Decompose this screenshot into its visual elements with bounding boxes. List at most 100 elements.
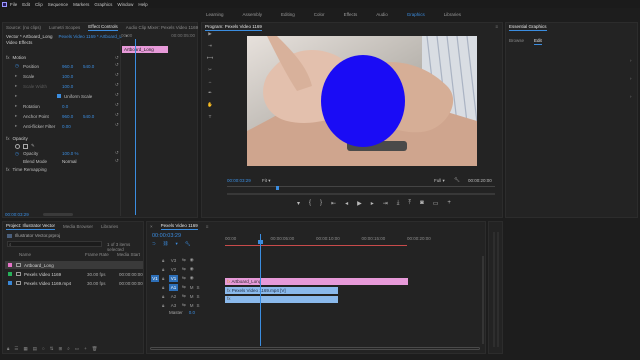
zoom-slider-icon[interactable]: ○ bbox=[42, 346, 45, 352]
property-value[interactable]: 100.0 bbox=[62, 84, 80, 89]
track-target[interactable]: A3 bbox=[169, 302, 178, 309]
settings-icon[interactable]: 🔧︎ bbox=[454, 177, 460, 183]
stopwatch-icon[interactable]: ▸ bbox=[15, 103, 20, 109]
clip-artboard-long[interactable]: fx Artboard_Long bbox=[225, 278, 408, 285]
list-item[interactable]: Pexels Video 1169 30.00 fps 00:00:00:00 bbox=[5, 270, 143, 278]
program-current-time[interactable]: 00:00:03:29 bbox=[227, 178, 251, 183]
menu-edit[interactable]: Edit bbox=[22, 2, 30, 7]
rect-mask-icon[interactable] bbox=[23, 143, 28, 149]
workspace-effects[interactable]: Effects bbox=[344, 12, 358, 17]
clip-audio[interactable]: fx bbox=[225, 296, 338, 303]
column-name[interactable]: Name bbox=[7, 252, 85, 257]
go-to-in-icon[interactable]: ⇤ bbox=[331, 200, 336, 207]
fx-icon[interactable]: fx bbox=[6, 55, 10, 60]
track-target[interactable]: V2 bbox=[169, 266, 178, 273]
clip-selector[interactable]: Vector * Artboard_Long bbox=[6, 34, 53, 39]
freeform-view-icon[interactable]: ▤ bbox=[33, 346, 37, 352]
solo-icon[interactable]: S bbox=[197, 303, 200, 308]
tab-project-illustrator-vector[interactable]: Project: Illustrator Vector bbox=[6, 223, 55, 230]
clip-video[interactable]: fx Pexels Video 1169.mp4 [V] bbox=[225, 287, 338, 294]
track-target[interactable]: A1 bbox=[169, 283, 178, 291]
work-area-bar[interactable] bbox=[225, 245, 407, 246]
scrubber-playhead[interactable] bbox=[276, 186, 279, 190]
property-value[interactable]: 960.0 bbox=[62, 64, 80, 69]
video-frame[interactable] bbox=[247, 36, 477, 166]
workspace-color[interactable]: Color bbox=[314, 12, 325, 17]
source-patch[interactable] bbox=[151, 257, 159, 264]
reset-icon[interactable]: ↺ bbox=[115, 55, 119, 61]
scrubber-range-bar[interactable] bbox=[227, 193, 495, 195]
reset-icon[interactable]: ↺ bbox=[115, 112, 119, 118]
solo-icon[interactable]: S bbox=[197, 294, 200, 299]
menu-icon[interactable]: ≡ bbox=[206, 224, 209, 229]
sync-lock-icon[interactable]: ⇆ bbox=[182, 284, 186, 290]
close-icon[interactable]: × bbox=[150, 224, 153, 229]
out-point-icon[interactable]: } bbox=[320, 200, 322, 207]
linked-selection-icon[interactable]: ⛓ bbox=[163, 241, 169, 247]
reset-icon[interactable]: ↺ bbox=[115, 82, 119, 88]
mute-icon[interactable]: M bbox=[190, 294, 194, 299]
property-value[interactable]: 0.00 bbox=[62, 124, 80, 129]
marker-icon[interactable]: ▾ bbox=[297, 200, 300, 207]
step-back-icon[interactable]: ◂ bbox=[345, 200, 348, 207]
list-item[interactable]: Artboard_Long bbox=[5, 261, 143, 269]
workspace-learning[interactable]: Learning bbox=[206, 12, 224, 17]
column-media-start[interactable]: Media Start bbox=[117, 252, 140, 257]
selection-tool-icon[interactable]: ▶ bbox=[208, 31, 211, 37]
track-target[interactable]: V1 bbox=[169, 274, 178, 282]
snap-icon[interactable]: ⊃ bbox=[152, 241, 156, 247]
tab-source-no-clips-[interactable]: Source: (no clips) bbox=[6, 25, 41, 30]
tab-browse[interactable]: Browse bbox=[509, 38, 524, 45]
timeline-timecode[interactable]: 00:00:03:29 bbox=[152, 233, 181, 239]
track-select-icon[interactable]: ⇥ bbox=[208, 43, 212, 49]
track-lock-icon[interactable]: 🔒︎ bbox=[162, 276, 167, 281]
workspace-assembly[interactable]: Assembly bbox=[243, 12, 263, 17]
effect-controls-timecode[interactable]: 00:00:03:29 bbox=[5, 212, 29, 217]
stopwatch-icon[interactable]: ◷ bbox=[15, 63, 20, 69]
new-bin-icon[interactable]: ▭ bbox=[75, 346, 79, 352]
sort-icon[interactable]: ⇅ bbox=[50, 346, 54, 352]
menu-help[interactable]: Help bbox=[138, 2, 147, 7]
menu-sequence[interactable]: Sequence bbox=[48, 2, 68, 7]
program-scrubber[interactable] bbox=[227, 186, 495, 190]
playhead-handle[interactable] bbox=[258, 240, 263, 244]
in-point-icon[interactable]: { bbox=[309, 200, 311, 207]
new-item-icon[interactable]: + bbox=[84, 346, 87, 352]
reset-icon[interactable]: ↺ bbox=[115, 102, 119, 108]
reset-icon[interactable]: ↺ bbox=[115, 62, 119, 68]
property-value[interactable]: 100.0 bbox=[62, 74, 80, 79]
sync-lock-icon[interactable]: ⇆ bbox=[182, 302, 186, 308]
track-lock-icon[interactable]: 🔒︎ bbox=[162, 267, 167, 272]
effect-controls-scrollbar[interactable] bbox=[43, 213, 73, 216]
menu-window[interactable]: Window bbox=[117, 2, 133, 7]
sync-lock-icon[interactable]: ⇆ bbox=[182, 257, 186, 263]
stopwatch-icon[interactable]: ▸ bbox=[15, 113, 20, 119]
find-icon[interactable]: ⌕ bbox=[67, 346, 70, 352]
source-patch[interactable] bbox=[151, 284, 159, 291]
fx-icon[interactable]: fx bbox=[6, 136, 10, 141]
reset-icon[interactable]: ↺ bbox=[115, 92, 119, 98]
reset-icon[interactable]: ↺ bbox=[115, 150, 119, 156]
label-color-swatch[interactable] bbox=[8, 281, 12, 285]
go-to-out-icon[interactable]: ⇥ bbox=[383, 200, 388, 207]
automate-icon[interactable]: ⊞ bbox=[58, 346, 62, 352]
fx-icon[interactable]: fx bbox=[6, 167, 10, 172]
track-lock-icon[interactable]: 🔒︎ bbox=[162, 294, 167, 299]
column-frame-rate[interactable]: Frame Rate bbox=[85, 252, 117, 257]
solo-icon[interactable]: S bbox=[197, 285, 200, 290]
essential-graphics-title[interactable]: Essential Graphics bbox=[509, 24, 547, 31]
pen-mask-icon[interactable]: ✎ bbox=[31, 143, 35, 149]
hand-tool-icon[interactable]: ✋ bbox=[207, 102, 213, 108]
menu-clip[interactable]: Clip bbox=[35, 2, 43, 7]
track-target[interactable]: A2 bbox=[169, 293, 178, 300]
timeline-tab[interactable]: Pexels Video 1169 bbox=[161, 223, 198, 230]
lock-icon[interactable]: 🔒︎ bbox=[7, 346, 9, 352]
stopwatch-icon[interactable]: ▸ bbox=[15, 73, 20, 79]
reset-icon[interactable]: ↺ bbox=[115, 72, 119, 78]
workspace-graphics[interactable]: Graphics bbox=[407, 12, 425, 17]
label-color-swatch[interactable] bbox=[8, 263, 12, 267]
property-value[interactable]: Normal bbox=[62, 159, 77, 164]
chevron-right-icon[interactable]: › bbox=[630, 94, 632, 99]
menu-markers[interactable]: Markers bbox=[73, 2, 89, 7]
razor-icon[interactable]: ✂ bbox=[208, 67, 212, 73]
